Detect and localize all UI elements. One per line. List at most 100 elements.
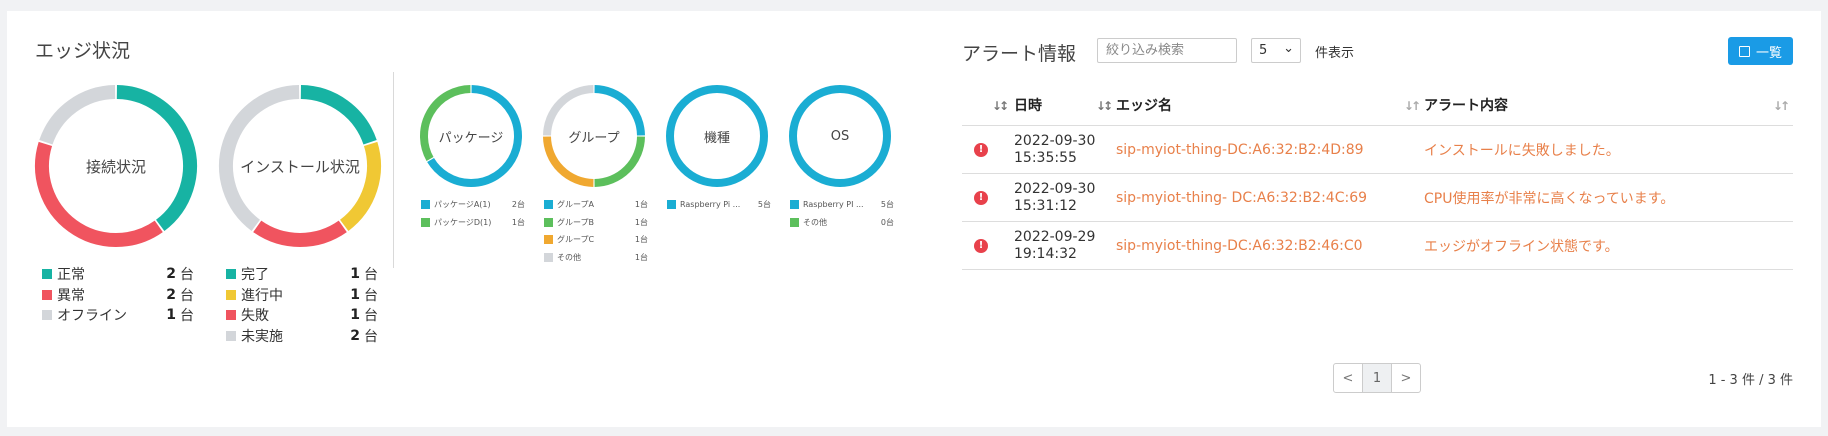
edge-column-header[interactable]: エッジ名 ↓↑ <box>1116 85 1424 126</box>
alert-info-title: アラート情報 <box>962 43 1077 65</box>
legend-item[interactable]: グループC 1台 <box>544 231 648 249</box>
legend-count: 5台 <box>880 200 894 210</box>
legend-count: 1 <box>166 307 176 324</box>
legend-label: グループA <box>557 200 594 210</box>
legend-swatch <box>667 200 676 210</box>
edge-cell: sip-myiot-thing-DC:A6:32:B2:4D:89 <box>1116 125 1424 174</box>
os-donut[interactable]: OS <box>788 84 892 188</box>
legend-item[interactable]: その他 0台 <box>790 214 894 232</box>
date-column-header[interactable]: 日時 ↓↕ <box>1014 85 1116 126</box>
group-donut-label: グループ <box>568 130 620 146</box>
legend-item[interactable]: グループA 1台 <box>544 196 648 214</box>
date-cell: 2022-09-30 15:31:12 <box>1014 173 1116 222</box>
legend-unit: 台 <box>364 287 378 304</box>
install-donut[interactable]: インストール状況 <box>218 84 382 248</box>
legend-count: 2 <box>350 327 360 344</box>
legend-item[interactable]: パッケージD(1) 1台 <box>421 214 525 232</box>
os-donut-label: OS <box>830 128 850 144</box>
install-legend: 完了 1 台進行中 1 台失敗 1 台未実施 2 台 <box>226 264 378 346</box>
legend-label: 未実施 <box>241 328 283 345</box>
legend-count: 1 <box>350 307 360 324</box>
edge-name-link[interactable]: sip-myiot-thing- DC:A6:32:B2:4C:69 <box>1116 190 1367 206</box>
table-row[interactable]: ! 2022-09-30 15:31:12 sip-myiot-thing- DC… <box>962 173 1793 222</box>
page-info: 1 - 3 件 / 3 件 <box>1708 373 1793 388</box>
filter-search-input[interactable] <box>1097 38 1237 63</box>
edge-column-label: エッジ名 <box>1116 98 1172 114</box>
legend-unit: 台 <box>364 328 378 345</box>
legend-item[interactable]: 正常 2 台 <box>42 264 194 285</box>
next-page-button[interactable]: > <box>1392 364 1420 392</box>
table-row[interactable]: ! 2022-09-29 19:14:32 sip-myiot-thing-DC:… <box>962 221 1793 270</box>
pagination: < 1 > <box>1333 363 1421 393</box>
legend-label: その他 <box>557 252 581 262</box>
edge-cell: sip-myiot-thing-DC:A6:32:B2:46:C0 <box>1116 221 1424 270</box>
legend-item[interactable]: 失敗 1 台 <box>226 305 378 326</box>
package-legend: パッケージA(1) 2台パッケージD(1) 1台 <box>421 196 525 231</box>
package-donut[interactable]: パッケージ <box>419 84 523 188</box>
alert-time: 19:14:32 <box>1014 245 1077 262</box>
legend-count: 2台 <box>511 200 525 210</box>
legend-item[interactable]: その他 1台 <box>544 249 648 267</box>
sort-icon[interactable]: ↓↑ <box>1773 99 1790 113</box>
alert-message: インストールに失敗しました。 <box>1424 142 1620 159</box>
os-legend: Raspberry PI ... 5台その他 0台 <box>790 196 894 231</box>
legend-count: 1台 <box>511 217 525 227</box>
legend-item[interactable]: 異常 2 台 <box>42 285 194 306</box>
table-row[interactable]: ! 2022-09-30 15:35:55 sip-myiot-thing-DC:… <box>962 125 1793 174</box>
connection-donut[interactable]: 接続状況 <box>34 84 198 248</box>
alerts-header-row: ↓↕ 日時 ↓↕ エッジ名 ↓↑ アラート内容 ↓↑ <box>962 85 1793 126</box>
alert-icon: ! <box>974 238 988 253</box>
edge-cell: sip-myiot-thing- DC:A6:32:B2:4C:69 <box>1116 173 1424 222</box>
legend-item[interactable]: グループB 1台 <box>544 214 648 232</box>
legend-swatch <box>421 217 430 227</box>
list-button[interactable]: 一覧 <box>1728 37 1793 65</box>
legend-unit: 台 <box>180 267 194 284</box>
sort-desc-icon[interactable]: ↓↕ <box>1096 99 1113 113</box>
sort-icon[interactable]: ↓↕ <box>992 99 1009 113</box>
legend-count: 1台 <box>634 200 648 210</box>
date-column-label: 日時 <box>1014 98 1042 114</box>
legend-item[interactable]: 完了 1 台 <box>226 264 378 285</box>
legend-item[interactable]: オフライン 1 台 <box>42 305 194 326</box>
list-button-label: 一覧 <box>1755 45 1782 61</box>
group-donut[interactable]: グループ <box>542 84 646 188</box>
package-donut-label: パッケージ <box>438 130 504 146</box>
icon-column-header[interactable]: ↓↕ <box>962 85 1014 126</box>
legend-swatch <box>544 235 553 245</box>
legend-item[interactable]: パッケージA(1) 2台 <box>421 196 525 214</box>
alert-icon: ! <box>974 142 988 157</box>
alert-icon-cell: ! <box>962 125 1014 174</box>
model-donut[interactable]: 機種 <box>665 84 769 188</box>
legend-count: 0台 <box>880 217 894 227</box>
alert-date: 2022-09-30 <box>1014 132 1096 149</box>
legend-label: Raspberry PI ... <box>803 200 864 210</box>
legend-swatch <box>226 330 236 341</box>
legend-label: 失敗 <box>241 308 269 325</box>
message-column-header[interactable]: アラート内容 ↓↑ <box>1424 85 1793 126</box>
page-1-button[interactable]: 1 <box>1362 364 1392 392</box>
legend-item[interactable]: 未実施 2 台 <box>226 326 378 347</box>
sort-icon[interactable]: ↓↑ <box>1404 99 1421 113</box>
alert-icon: ! <box>974 190 988 205</box>
per-page-select[interactable]: 5 ⌄ <box>1251 38 1301 63</box>
model-donut-label: 機種 <box>703 130 730 146</box>
edge-status-title: エッジ状況 <box>35 40 131 62</box>
alert-date: 2022-09-30 <box>1014 180 1096 197</box>
legend-count: 1 <box>350 266 360 283</box>
prev-page-button[interactable]: < <box>1334 364 1362 392</box>
legend-label: 正常 <box>57 267 85 284</box>
legend-item[interactable]: Raspberry PI ... 5台 <box>790 196 894 214</box>
list-search-icon <box>1738 45 1750 57</box>
edge-name-link[interactable]: sip-myiot-thing-DC:A6:32:B2:46:C0 <box>1116 238 1363 254</box>
legend-label: 異常 <box>57 287 85 304</box>
legend-swatch <box>790 217 799 227</box>
per-page-value: 5 <box>1259 43 1268 58</box>
legend-item[interactable]: 進行中 1 台 <box>226 285 378 306</box>
connection-donut-label: 接続状況 <box>85 157 146 176</box>
legend-unit: 台 <box>180 308 194 325</box>
message-column-label: アラート内容 <box>1424 98 1508 114</box>
legend-swatch <box>544 252 553 262</box>
edge-name-link[interactable]: sip-myiot-thing-DC:A6:32:B2:4D:89 <box>1116 142 1364 158</box>
legend-item[interactable]: Raspberry Pi ... 5台 <box>667 196 771 214</box>
legend-label: パッケージD(1) <box>434 217 492 227</box>
